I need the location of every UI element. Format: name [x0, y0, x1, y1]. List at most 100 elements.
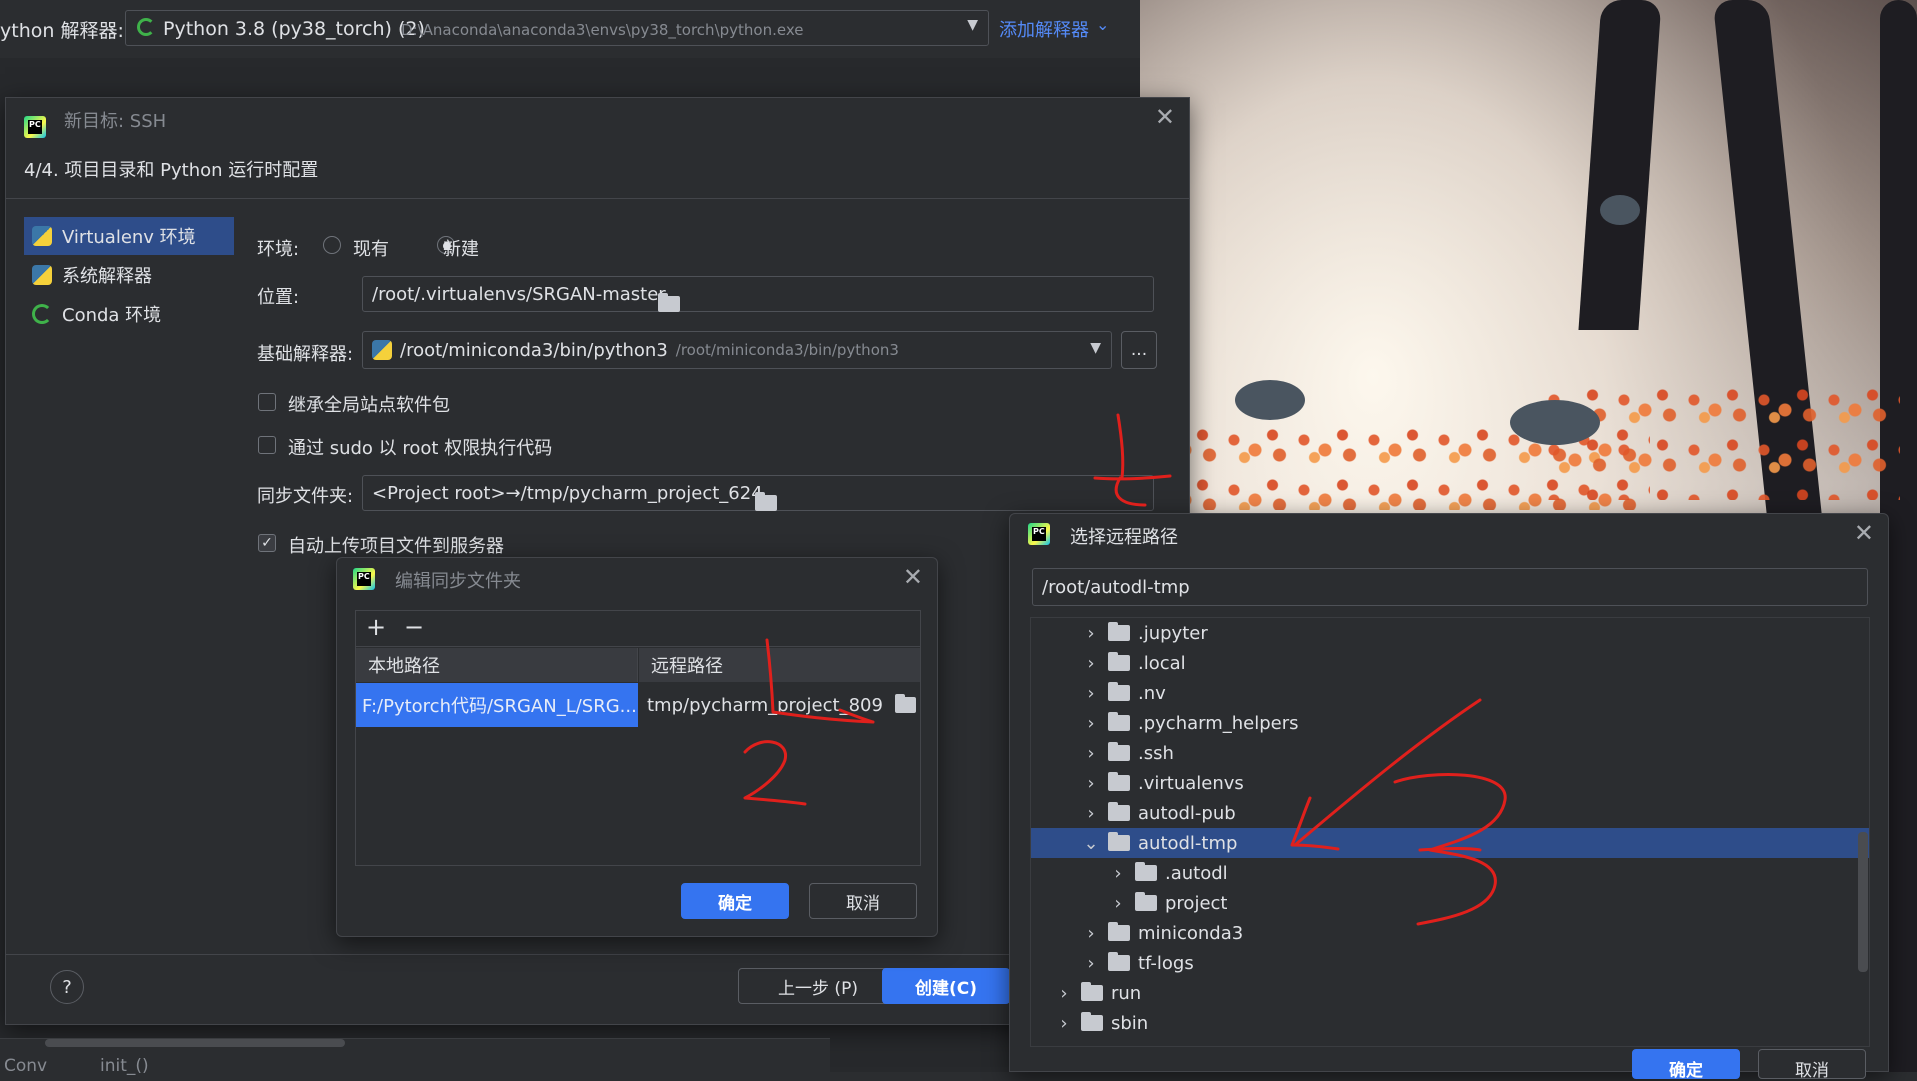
chevron-right-icon[interactable]: › — [1053, 1013, 1075, 1034]
chevron-down-icon: ▼ — [1090, 340, 1101, 356]
tree-item[interactable]: › sbin — [1031, 1008, 1869, 1038]
tree-item[interactable]: › .autodl — [1031, 858, 1869, 888]
cancel-button[interactable]: 取消 — [809, 883, 917, 919]
tree-item[interactable]: › autodl-pub — [1031, 798, 1869, 828]
prev-button[interactable]: 上一步 (P) — [738, 968, 898, 1004]
location-field[interactable]: /root/.virtualenvs/SRGAN-master — [362, 276, 1154, 312]
tree-item[interactable]: › .virtualenvs — [1031, 768, 1869, 798]
add-interpreter-link[interactable]: 添加解释器 — [999, 16, 1089, 42]
env-existing-label[interactable]: 现有 — [353, 235, 389, 261]
tree-item[interactable]: › .local — [1031, 648, 1869, 678]
ok-button[interactable]: 确定 — [681, 883, 789, 919]
remote-path-field[interactable]: /root/autodl-tmp — [1032, 568, 1868, 606]
folder-icon[interactable] — [657, 293, 680, 312]
sync-folder-label: 同步文件夹: — [257, 486, 354, 507]
column-header-local[interactable]: 本地路径 — [356, 648, 638, 682]
ok-button[interactable]: 确定 — [1632, 1049, 1740, 1081]
interpreter-combo[interactable]: Python 3.8 (py38_torch) (2) D:\Anaconda\… — [125, 10, 989, 46]
inherit-label[interactable]: 继承全局站点软件包 — [288, 391, 450, 417]
env-label: 环境: — [257, 239, 300, 260]
sidebar-item-label: Conda 环境 — [62, 305, 162, 326]
close-icon[interactable]: ✕ — [1155, 105, 1175, 129]
folder-icon[interactable] — [754, 492, 777, 511]
close-icon[interactable]: ✕ — [1854, 521, 1874, 545]
help-button[interactable]: ? — [50, 970, 84, 1004]
chevron-right-icon[interactable]: › — [1107, 863, 1129, 884]
browse-button[interactable]: ... — [1121, 331, 1157, 369]
create-button[interactable]: 创建(C) — [882, 968, 1010, 1004]
folder-icon — [1081, 1012, 1103, 1031]
sidebar-item-system-interpreter[interactable]: 系统解释器 — [24, 256, 234, 294]
chevron-right-icon[interactable]: › — [1080, 713, 1102, 734]
folder-icon — [1108, 622, 1130, 641]
breadcrumb-item[interactable]: init_() — [100, 1056, 149, 1076]
chevron-right-icon[interactable]: › — [1080, 653, 1102, 674]
conda-icon — [137, 18, 155, 36]
tree-item-label: .virtualenvs — [1138, 772, 1244, 794]
chevron-down-icon[interactable]: ⌄ — [1080, 833, 1102, 854]
base-interpreter-hint: /root/miniconda3/bin/python3 — [675, 341, 899, 359]
chevron-right-icon[interactable]: › — [1107, 893, 1129, 914]
chevron-right-icon[interactable]: › — [1080, 623, 1102, 644]
breadcrumb-item[interactable]: Conv — [4, 1056, 47, 1076]
sudo-checkbox[interactable] — [258, 436, 276, 454]
chevron-down-icon[interactable]: ⌄ — [1096, 15, 1109, 34]
editor-status-strip: Conv init_() — [0, 1038, 830, 1076]
chevron-right-icon[interactable]: › — [1080, 953, 1102, 974]
env-new-label[interactable]: 新建 — [443, 235, 479, 261]
sidebar-item-virtualenv[interactable]: Virtualenv 环境 — [24, 217, 234, 255]
chevron-right-icon[interactable]: › — [1080, 743, 1102, 764]
tree-item[interactable]: › .nv — [1031, 678, 1869, 708]
horizontal-scrollbar[interactable] — [45, 1039, 345, 1047]
folder-icon — [1108, 742, 1130, 761]
tree-item[interactable]: ⌄ autodl-tmp — [1031, 828, 1869, 858]
folder-icon — [1108, 802, 1130, 821]
wallpaper-rock — [1235, 380, 1305, 420]
tree-item-label: sbin — [1111, 1012, 1149, 1034]
vertical-scrollbar[interactable] — [1858, 832, 1868, 972]
folder-icon — [1135, 892, 1157, 911]
folder-icon — [1108, 772, 1130, 791]
sync-folder-field[interactable]: <Project root>→/tmp/pycharm_project_624 — [362, 475, 1154, 511]
auto-upload-label[interactable]: 自动上传项目文件到服务器 — [288, 532, 504, 558]
tree-item-label: .ssh — [1138, 742, 1174, 764]
column-header-remote[interactable]: 远程路径 — [639, 648, 920, 682]
chevron-right-icon[interactable]: › — [1080, 773, 1102, 794]
remote-file-tree[interactable]: › .jupyter › .local › .nv › .pycharm_helpers › .s… — [1030, 617, 1870, 1047]
folder-icon[interactable] — [894, 694, 916, 713]
tree-item-label: .nv — [1138, 682, 1166, 704]
step-title: 4/4. 项目目录和 Python 运行时配置 — [24, 160, 319, 181]
chevron-right-icon[interactable]: › — [1080, 683, 1102, 704]
tree-item[interactable]: › miniconda3 — [1031, 918, 1869, 948]
dialog-title: 编辑同步文件夹 — [395, 571, 521, 592]
remove-icon[interactable]: − — [404, 613, 424, 641]
sidebar-item-conda[interactable]: Conda 环境 — [24, 295, 234, 333]
tree-item-label: .autodl — [1165, 862, 1228, 884]
base-interpreter-value: /root/miniconda3/bin/python3 — [400, 339, 668, 361]
folder-icon — [1108, 832, 1130, 851]
dialog-title: 选择远程路径 — [1070, 527, 1178, 548]
inherit-checkbox[interactable] — [258, 393, 276, 411]
wallpaper-rock — [1600, 195, 1640, 225]
divider — [6, 198, 1189, 199]
tree-item[interactable]: › .ssh — [1031, 738, 1869, 768]
table-cell-remote[interactable]: tmp/pycharm_project_809 — [639, 683, 920, 727]
tree-item[interactable]: › run — [1031, 978, 1869, 1008]
select-remote-path-dialog: PC 选择远程路径 ✕ /root/autodl-tmp › .jupyter ›.… — [1009, 513, 1889, 1081]
table-cell-local[interactable]: F:/Pytorch代码/SRGAN_L/SRG... — [356, 683, 638, 727]
auto-upload-checkbox[interactable]: ✓ — [258, 534, 276, 552]
tree-item[interactable]: › .pycharm_helpers — [1031, 708, 1869, 738]
sudo-label[interactable]: 通过 sudo 以 root 权限执行代码 — [288, 434, 552, 460]
base-interpreter-combo[interactable]: /root/miniconda3/bin/python3 /root/minic… — [362, 331, 1112, 369]
chevron-right-icon[interactable]: › — [1080, 923, 1102, 944]
tree-item[interactable]: › .jupyter — [1031, 618, 1869, 648]
cancel-button[interactable]: 取消 — [1758, 1049, 1866, 1081]
add-icon[interactable]: + — [366, 613, 386, 641]
close-icon[interactable]: ✕ — [903, 565, 923, 589]
tree-item[interactable]: › tf-logs — [1031, 948, 1869, 978]
settings-topbar: ython 解释器: Python 3.8 (py38_torch) (2) D… — [0, 0, 1140, 58]
chevron-right-icon[interactable]: › — [1080, 803, 1102, 824]
tree-item[interactable]: › project — [1031, 888, 1869, 918]
chevron-right-icon[interactable]: › — [1053, 983, 1075, 1004]
env-existing-radio[interactable] — [323, 236, 341, 254]
